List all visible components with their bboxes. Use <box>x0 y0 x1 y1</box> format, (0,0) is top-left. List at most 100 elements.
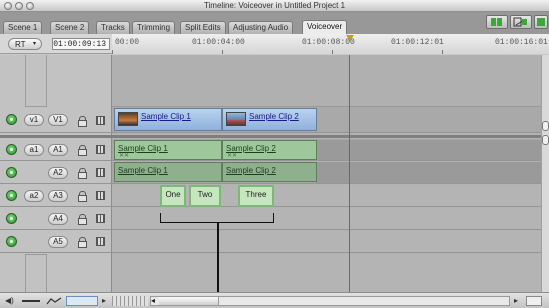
resize-handle-icon[interactable] <box>526 296 542 306</box>
track-audible-button[interactable] <box>6 144 17 155</box>
voiceover-clip[interactable]: Three <box>238 185 274 207</box>
clip-name: Sample Clip 1 <box>141 112 191 121</box>
vertical-scroller[interactable] <box>541 55 549 292</box>
tab-scene-2[interactable]: Scene 2 <box>50 21 90 34</box>
source-control-v1[interactable]: v1 <box>24 114 44 126</box>
source-control-a1[interactable]: a1 <box>24 144 44 156</box>
destination-control-v1[interactable]: V1 <box>48 114 68 126</box>
destination-control-a3[interactable]: A3 <box>48 190 68 202</box>
destination-control-a5[interactable]: A5 <box>48 236 68 248</box>
clip-thumbnail <box>226 112 246 126</box>
voiceover-clip[interactable]: One <box>160 185 186 207</box>
source-control-a3[interactable]: a2 <box>24 190 44 202</box>
sequence-tab-bar: Scene 1 Scene 2 Tracks Trimming Split Ed… <box>0 12 549 34</box>
lock-icon[interactable] <box>78 145 87 156</box>
clip-overlays-icon[interactable] <box>46 296 62 306</box>
scroll-right-icon[interactable]: ▸ <box>514 296 518 306</box>
lock-icon[interactable] <box>78 214 87 225</box>
track-header-v1: v1 V1 <box>0 107 112 133</box>
track-headers: v1 V1 a1 A1 A2 a2 A3 A4 A5 <box>0 55 112 292</box>
track-audible-button[interactable] <box>6 167 17 178</box>
audio-waveform-button[interactable] <box>534 15 548 29</box>
video-audio-divider[interactable] <box>0 135 549 138</box>
destination-control-a1[interactable]: A1 <box>48 144 68 156</box>
auto-select-icon[interactable] <box>96 145 105 154</box>
scroll-thumb-lower[interactable] <box>542 135 549 145</box>
ruler-label: 01:00:12:01 <box>391 38 444 47</box>
track-v1: Sample Clip 1 Sample Clip 2 <box>112 107 541 133</box>
zoom-slider-icon[interactable] <box>66 296 98 306</box>
auto-select-icon[interactable] <box>96 214 105 223</box>
current-timecode-field[interactable]: 01:00:09:13 <box>52 38 110 50</box>
scroll-thumb-upper[interactable] <box>542 121 549 131</box>
waveform-icon <box>537 18 545 26</box>
track-visibility-button[interactable] <box>6 114 17 125</box>
chevron-down-icon: ▾ <box>32 41 36 47</box>
track-header-a4: A4 <box>0 208 112 230</box>
auto-select-icon[interactable] <box>96 191 105 200</box>
callout-bracket <box>160 213 274 223</box>
linking-button[interactable] <box>510 15 532 29</box>
video-clip[interactable]: Sample Clip 2 <box>222 108 317 131</box>
lock-icon[interactable] <box>78 237 87 248</box>
clip-name: Sample Clip 2 <box>249 112 299 121</box>
track-height-icon[interactable] <box>22 296 40 302</box>
track-area[interactable]: Sample Clip 1 Sample Clip 2 Sample Clip … <box>112 55 541 292</box>
playhead[interactable] <box>349 55 350 292</box>
destination-control-a2[interactable]: A2 <box>48 167 68 179</box>
track-a3: One Two Three <box>112 185 541 207</box>
track-a5 <box>112 231 541 253</box>
horizontal-scroll-thumb[interactable] <box>159 297 219 305</box>
tab-scene-1[interactable]: Scene 1 <box>3 21 43 34</box>
clip-thumbnail <box>118 112 138 126</box>
tab-split-edits[interactable]: Split Edits <box>180 21 226 34</box>
ruler-label: 01:00:04:00 <box>192 38 245 47</box>
time-ruler[interactable]: 00:00 01:00:04:00 01:00:08:00 01:00:12:0… <box>112 34 549 54</box>
track-audible-button[interactable] <box>6 213 17 224</box>
lock-icon[interactable] <box>78 116 87 127</box>
speaker-icon[interactable]: ◀) <box>5 296 14 306</box>
rt-label: RT <box>15 40 26 49</box>
lock-icon[interactable] <box>78 168 87 179</box>
chevron-right-icon[interactable]: ▸ <box>102 296 106 306</box>
rt-menu-button[interactable]: RT ▾ <box>8 38 42 50</box>
window-title: Timeline: Voiceover in Untitled Project … <box>203 1 346 10</box>
title-bar: Timeline: Voiceover in Untitled Project … <box>0 0 549 12</box>
tab-tracks[interactable]: Tracks <box>96 21 130 34</box>
snapping-icon <box>491 18 502 26</box>
audio-clip[interactable]: Sample Clip 2 ✕✕ <box>222 140 317 160</box>
track-header-a3: a2 A3 <box>0 185 112 207</box>
track-header-a1: a1 A1 <box>0 139 112 161</box>
ruler-label: 00:00 <box>115 38 140 47</box>
waveform-marker: ✕✕ <box>227 153 238 159</box>
clip-name: Sample Clip 1 <box>118 166 168 175</box>
clip-name: Sample Clip 2 <box>226 166 276 175</box>
link-icon <box>513 17 527 27</box>
horizontal-scrollbar[interactable]: ◂ <box>150 296 510 306</box>
scroll-left-icon[interactable]: ◂ <box>151 296 155 305</box>
track-audible-button[interactable] <box>6 190 17 201</box>
tab-trimming[interactable]: Trimming <box>132 21 176 34</box>
video-clip[interactable]: Sample Clip 1 <box>114 108 222 131</box>
audio-clip[interactable]: Sample Clip 1 ✕✕ <box>114 140 222 160</box>
audio-clip[interactable]: Sample Clip 2 <box>222 162 317 182</box>
auto-select-icon[interactable] <box>96 168 105 177</box>
timeline-window: Timeline: Voiceover in Untitled Project … <box>0 0 549 308</box>
timeline-control-row: RT ▾ 01:00:09:13 00:00 01:00:04:00 01:00… <box>0 34 549 54</box>
empty-video-space <box>112 55 541 107</box>
tab-voiceover[interactable]: Voiceover <box>302 20 348 34</box>
timeline-bottom-bar: ◀) ▸ ◂ ▸ <box>0 292 549 308</box>
auto-select-icon[interactable] <box>96 116 105 125</box>
auto-select-icon[interactable] <box>96 237 105 246</box>
track-a2: Sample Clip 1 Sample Clip 2 <box>112 162 541 184</box>
voiceover-clip[interactable]: Two <box>189 185 221 207</box>
zoom-control[interactable] <box>112 296 148 306</box>
track-header-a2: A2 <box>0 162 112 184</box>
snapping-button[interactable] <box>486 15 508 29</box>
playhead-marker[interactable] <box>346 35 354 41</box>
track-audible-button[interactable] <box>6 236 17 247</box>
destination-control-a4[interactable]: A4 <box>48 213 68 225</box>
lock-icon[interactable] <box>78 191 87 202</box>
audio-clip[interactable]: Sample Clip 1 <box>114 162 222 182</box>
tab-adjusting-audio[interactable]: Adjusting Audio <box>228 21 294 34</box>
